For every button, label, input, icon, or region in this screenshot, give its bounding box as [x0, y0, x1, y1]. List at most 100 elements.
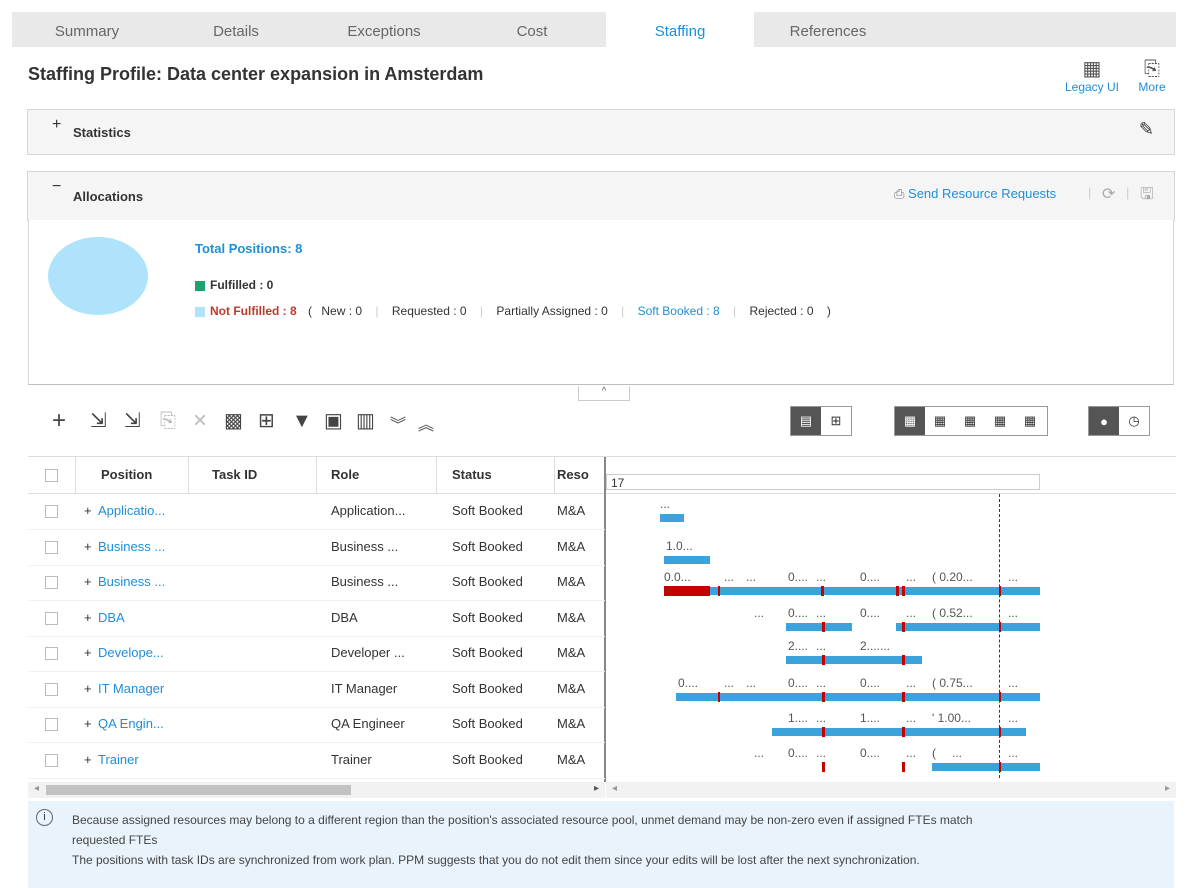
total-positions-label[interactable]: Total Positions: 8	[195, 241, 302, 256]
person-icon[interactable]: ●	[1089, 407, 1119, 435]
allocation-bar[interactable]	[660, 514, 684, 522]
collapse-handle[interactable]: ^	[578, 386, 630, 401]
paren-open: (	[308, 304, 313, 318]
gantt-label: ( 0.75...	[932, 676, 973, 690]
position-link[interactable]: IT Manager	[98, 681, 164, 696]
clock-icon[interactable]: ◷	[1119, 407, 1149, 435]
position-link[interactable]: Business ...	[98, 539, 165, 554]
collapse-all-icon[interactable]: ︽	[418, 413, 434, 439]
position-link[interactable]: Develope...	[98, 645, 164, 660]
overallocation-marker	[999, 586, 1001, 596]
row-expand-icon[interactable]: +	[84, 645, 92, 660]
row-checkbox[interactable]	[45, 718, 58, 731]
info-line-3: The positions with task IDs are synchron…	[72, 853, 920, 867]
allocations-panel-header[interactable]: − Allocations ⎙ Send Resource Requests |…	[27, 171, 1175, 221]
allocation-bar[interactable]	[710, 587, 1040, 595]
header-status[interactable]: Status	[452, 457, 492, 493]
statistics-panel[interactable]: + Statistics ✎	[27, 109, 1175, 155]
soft-booked-link[interactable]: Soft Booked : 8	[638, 304, 720, 318]
row-expand-icon[interactable]: +	[84, 574, 92, 589]
position-link[interactable]: DBA	[98, 610, 125, 625]
header-resource[interactable]: Reso	[557, 457, 602, 493]
row-checkbox[interactable]	[45, 576, 58, 589]
row-checkbox[interactable]	[45, 612, 58, 625]
table-row[interactable]: + IT Manager IT Manager Soft Booked M&A	[28, 672, 605, 708]
filter-icon[interactable]: ▼	[292, 408, 312, 434]
year-calendar-icon[interactable]: ▦	[895, 407, 925, 435]
allocation-bar[interactable]	[664, 556, 710, 564]
header-task-id[interactable]: Task ID	[212, 457, 257, 493]
table-row[interactable]: + Business ... Business ... Soft Booked M&A	[28, 565, 605, 601]
assign-resource-icon[interactable]: ▩	[224, 408, 243, 434]
add-icon[interactable]: +	[52, 408, 66, 434]
legacy-ui-button[interactable]: ▦ Legacy UI	[1056, 58, 1128, 94]
row-checkbox[interactable]	[45, 754, 58, 767]
row-checkbox[interactable]	[45, 541, 58, 554]
row-checkbox[interactable]	[45, 647, 58, 660]
table-row[interactable]: + Trainer Trainer Soft Booked M&A	[28, 743, 605, 779]
row-expand-icon[interactable]: +	[84, 610, 92, 625]
overallocation-marker	[822, 762, 825, 772]
not-fulfilled-swatch	[195, 306, 205, 317]
gantt-label: ( 0.20...	[932, 570, 973, 584]
position-link[interactable]: Trainer	[98, 752, 139, 767]
month-calendar-icon[interactable]: ▦	[955, 407, 985, 435]
import-icon[interactable]: ⇲	[90, 408, 107, 434]
table-row[interactable]: + QA Engin... QA Engineer Soft Booked M&A	[28, 707, 605, 743]
delete-icon[interactable]: ×	[193, 408, 207, 434]
quarter-calendar-icon[interactable]: ▦	[925, 407, 955, 435]
tab-summary[interactable]: Summary	[12, 12, 165, 47]
position-link[interactable]: QA Engin...	[98, 716, 164, 731]
refresh-icon[interactable]: ⟳	[1102, 184, 1115, 204]
table-row[interactable]: + DBA DBA Soft Booked M&A	[28, 601, 605, 637]
row-checkbox[interactable]	[45, 505, 58, 518]
allocation-bar[interactable]	[772, 728, 1026, 736]
tab-staffing[interactable]: Staffing	[606, 12, 754, 48]
tab-references[interactable]: References	[754, 12, 902, 47]
allocation-bar[interactable]	[786, 623, 852, 631]
row-expand-icon[interactable]: +	[84, 752, 92, 767]
table-row[interactable]: + Develope... Developer ... Soft Booked M&A	[28, 636, 605, 672]
row-expand-icon[interactable]: +	[84, 503, 92, 518]
settings-grid-icon[interactable]: ⊞	[258, 408, 275, 434]
select-all-checkbox[interactable]	[45, 469, 58, 482]
position-link[interactable]: Business ...	[98, 574, 165, 589]
day-calendar-icon[interactable]: ▦	[1015, 407, 1045, 435]
split-view-icon[interactable]: ▤	[791, 407, 821, 435]
header-position[interactable]: Position	[101, 457, 152, 493]
scroll-thumb[interactable]	[46, 785, 351, 795]
copy-icon[interactable]: ⎘	[160, 408, 176, 434]
import-multiple-icon[interactable]: ⇲	[124, 408, 141, 434]
more-button[interactable]: ⎘ More	[1128, 58, 1176, 94]
table-row[interactable]: + Applicatio... Application... Soft Booked M…	[28, 494, 605, 530]
edit-pencil-icon[interactable]: ✎	[1139, 119, 1154, 140]
save-icon[interactable]: 🖫	[1140, 183, 1154, 210]
row-expand-icon[interactable]: +	[84, 539, 92, 554]
header-role[interactable]: Role	[331, 457, 359, 493]
allocation-bar[interactable]	[932, 763, 1040, 771]
week-calendar-icon[interactable]: ▦	[985, 407, 1015, 435]
table-row[interactable]: + Business ... Business ... Soft Booked M&A	[28, 530, 605, 566]
row-checkbox[interactable]	[45, 683, 58, 696]
send-resource-requests-button[interactable]: ⎙ Send Resource Requests	[894, 186, 1056, 202]
gantt-label: 0....	[788, 746, 809, 760]
allocation-bar[interactable]	[676, 693, 1040, 701]
grid-horizontal-scrollbar[interactable]: ◂ ▸	[28, 782, 605, 798]
export-excel-icon[interactable]: ▣	[324, 408, 343, 434]
gantt-label: ...	[880, 639, 891, 653]
overallocation-marker	[999, 622, 1001, 632]
row-expand-icon[interactable]: +	[84, 681, 92, 696]
tab-details[interactable]: Details	[162, 12, 313, 47]
gantt-horizontal-scrollbar[interactable]: ◂ ▸	[606, 782, 1176, 798]
tab-cost[interactable]: Cost	[458, 12, 609, 47]
row-expand-icon[interactable]: +	[84, 716, 92, 731]
allocation-bar[interactable]	[932, 623, 1040, 631]
tab-exceptions[interactable]: Exceptions	[310, 12, 461, 47]
table-view-icon[interactable]: ⊞	[821, 407, 851, 435]
column-divider	[554, 457, 555, 493]
overallocation-marker	[822, 622, 825, 632]
column-divider	[188, 457, 189, 493]
chart-icon[interactable]: ▥	[356, 408, 375, 434]
expand-all-icon[interactable]: ︾	[390, 413, 406, 439]
position-link[interactable]: Applicatio...	[98, 503, 165, 518]
